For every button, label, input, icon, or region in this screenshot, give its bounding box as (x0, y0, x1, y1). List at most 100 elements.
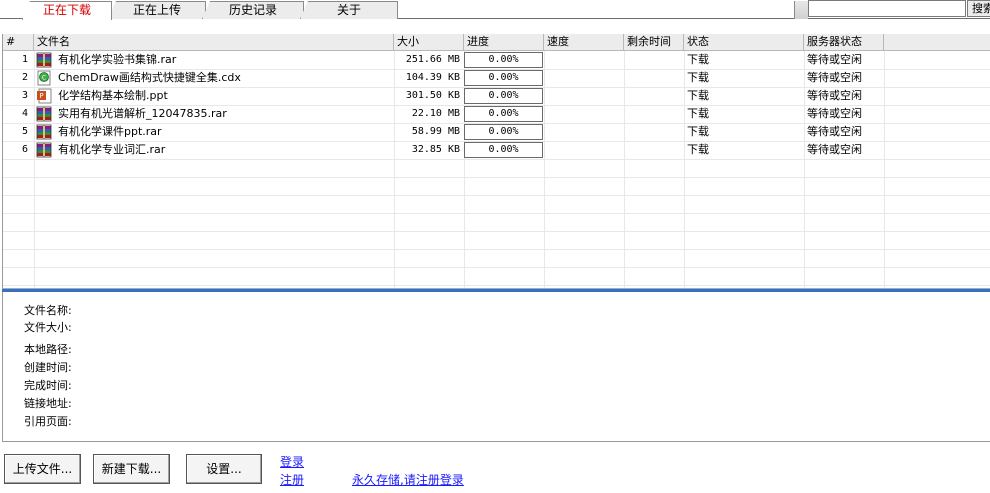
speed (547, 123, 623, 141)
remaining-time (627, 69, 683, 87)
column-header-speed[interactable]: 速度 (544, 34, 624, 51)
list-header: # 文件名 大小 进度 速度 剩余时间 状态 服务器状态 (3, 34, 990, 51)
svg-text:C: C (42, 74, 46, 81)
tab-downloading[interactable]: 正在下载 (22, 1, 112, 20)
server-status: 等待或空闲 (807, 71, 862, 84)
column-header-size[interactable]: 大小 (394, 34, 464, 51)
search-input[interactable] (808, 0, 966, 17)
file-name: ChemDraw画结构式快捷键全集.cdx (58, 71, 241, 84)
table-row[interactable]: 3 P 化学结构基本绘制.ppt 301.50 KB 0.00% 下载 等待或空闲 (3, 87, 990, 105)
details-pane: 文件名称: 文件大小: 本地路径: 创建时间: 完成时间: 链接地址: 引用页面… (2, 292, 990, 442)
status: 下载 (687, 125, 709, 138)
file-name: 化学结构基本绘制.ppt (58, 89, 168, 102)
register-link[interactable]: 注册 (280, 473, 304, 487)
remaining-time (627, 87, 683, 105)
remaining-time (627, 105, 683, 123)
detail-local-path-label: 本地路径: (24, 343, 72, 356)
tab-bar-cap (794, 1, 808, 19)
tab-bar: 正在下载 正在上传 历史记录 关于 搜索 (0, 0, 990, 20)
detail-link-label: 链接地址: (24, 397, 72, 410)
file-size: 22.10 MB (411, 108, 460, 119)
login-link[interactable]: 登录 (280, 455, 304, 469)
detail-referrer-label: 引用页面: (24, 415, 72, 428)
column-header-progress[interactable]: 进度 (464, 34, 544, 51)
column-header-remaining[interactable]: 剩余时间 (624, 34, 684, 51)
progress-text: 0.00% (488, 90, 519, 101)
detail-file-name-label: 文件名称: (24, 304, 72, 317)
row-gridline (3, 267, 990, 268)
powerpoint-file-icon: P (36, 88, 52, 104)
permanent-storage-link[interactable]: 永久存储,请注册登录 (352, 473, 464, 487)
column-header-filename[interactable]: 文件名 (34, 34, 394, 51)
speed (547, 141, 623, 159)
status: 下载 (687, 107, 709, 120)
remaining-time (627, 123, 683, 141)
speed (547, 51, 623, 69)
file-name: 有机化学实验书集锦.rar (58, 53, 177, 66)
column-header-server-status[interactable]: 服务器状态 (804, 34, 884, 51)
status: 下载 (687, 143, 709, 156)
file-name: 有机化学专业词汇.rar (58, 143, 166, 156)
table-row[interactable]: 5 有机化学课件ppt.rar 58.99 MB 0.00% 下载 等待或空闲 (3, 123, 990, 141)
column-header-status[interactable]: 状态 (684, 34, 804, 51)
row-index: 4 (21, 108, 28, 119)
file-size: 58.99 MB (411, 126, 460, 137)
progress-text: 0.00% (488, 108, 519, 119)
row-index: 3 (21, 90, 28, 101)
column-header-filler (884, 34, 990, 51)
file-name: 有机化学课件ppt.rar (58, 125, 162, 138)
column-header-index[interactable]: # (3, 34, 34, 51)
progress-text: 0.00% (488, 126, 519, 137)
progress-bar: 0.00% (464, 88, 543, 104)
table-row[interactable]: 1 有机化学实验书集锦.rar 251.66 MB 0.00% 下载 等待或空闲 (3, 51, 990, 69)
table-row[interactable]: 4 实用有机光谱解析_12047835.rar 22.10 MB 0.00% 下载 等待或… (3, 105, 990, 123)
server-status: 等待或空闲 (807, 89, 862, 102)
list-body: 1 有机化学实验书集锦.rar 251.66 MB 0.00% 下载 等待或空闲 2 C Che… (3, 51, 990, 288)
row-index: 5 (21, 126, 28, 137)
download-list[interactable]: # 文件名 大小 进度 速度 剩余时间 状态 服务器状态 1 有机化学实验书集锦.… (2, 34, 990, 288)
table-row[interactable]: 6 有机化学专业词汇.rar 32.85 KB 0.00% 下载 等待或空闲 (3, 141, 990, 159)
tab-history[interactable]: 历史记录 (202, 1, 304, 19)
status: 下载 (687, 71, 709, 84)
remaining-time (627, 51, 683, 69)
download-manager-window: 正在下载 正在上传 历史记录 关于 搜索 # 文件名 大小 进度 速度 剩余时间… (0, 0, 990, 493)
status: 下载 (687, 89, 709, 102)
rar-archive-icon (36, 142, 52, 158)
row-gridline (3, 213, 990, 214)
row-gridline (3, 195, 990, 196)
svg-text:P: P (39, 92, 43, 100)
rar-archive-icon (36, 124, 52, 140)
row-gridline (3, 177, 990, 178)
server-status: 等待或空闲 (807, 143, 862, 156)
row-gridline (3, 285, 990, 286)
progress-bar: 0.00% (464, 142, 543, 158)
file-size: 301.50 KB (405, 90, 460, 101)
tab-uploading[interactable]: 正在上传 (108, 1, 206, 19)
table-row[interactable]: 2 C ChemDraw画结构式快捷键全集.cdx 104.39 KB 0.00% 下载 等… (3, 69, 990, 87)
file-size: 251.66 MB (405, 54, 460, 65)
tab-about[interactable]: 关于 (300, 1, 398, 19)
upload-file-button[interactable]: 上传文件... (4, 454, 81, 484)
row-index: 2 (21, 72, 28, 83)
speed (547, 69, 623, 87)
server-status: 等待或空闲 (807, 125, 862, 138)
row-index: 1 (21, 54, 28, 65)
settings-button[interactable]: 设置... (186, 454, 262, 484)
server-status: 等待或空闲 (807, 53, 862, 66)
detail-file-size-label: 文件大小: (24, 321, 72, 334)
row-gridline (3, 249, 990, 250)
new-download-button[interactable]: 新建下载... (93, 454, 170, 484)
rar-archive-icon (36, 106, 52, 122)
file-name: 实用有机光谱解析_12047835.rar (58, 107, 227, 120)
progress-text: 0.00% (488, 144, 519, 155)
chemdraw-file-icon: C (36, 70, 52, 86)
server-status: 等待或空闲 (807, 107, 862, 120)
file-size: 104.39 KB (405, 72, 460, 83)
search-button[interactable]: 搜索 (967, 0, 990, 17)
progress-bar: 0.00% (464, 52, 543, 68)
progress-bar: 0.00% (464, 70, 543, 86)
rar-archive-icon (36, 52, 52, 68)
row-index: 6 (21, 144, 28, 155)
status: 下载 (687, 53, 709, 66)
row-gridline (3, 159, 990, 160)
